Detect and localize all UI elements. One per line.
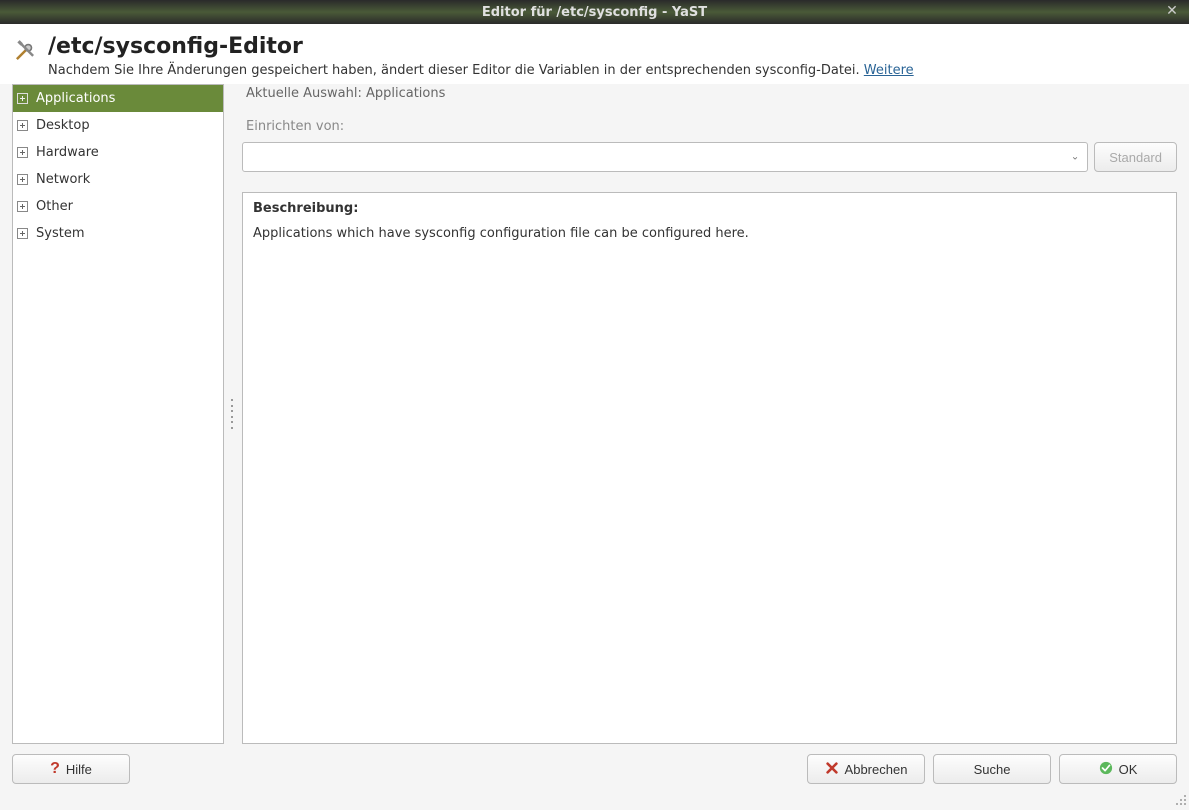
cancel-button[interactable]: Abbrechen (807, 754, 925, 784)
check-icon (1099, 761, 1113, 778)
titlebar[interactable]: Editor für /etc/sysconfig - YaST ✕ (0, 0, 1189, 24)
help-button[interactable]: ? Hilfe (12, 754, 130, 784)
help-button-label: Hilfe (66, 762, 92, 777)
expand-icon[interactable] (17, 147, 28, 158)
tree-item-other[interactable]: Other (13, 193, 223, 220)
tree-item-applications[interactable]: Applications (13, 85, 223, 112)
standard-button-label: Standard (1109, 150, 1162, 165)
page-subtitle: Nachdem Sie Ihre Änderungen gespeichert … (48, 63, 1177, 78)
page-title: /etc/sysconfig-Editor (48, 34, 1177, 59)
splitter-dots-icon (231, 399, 235, 429)
current-selection-label: Aktuelle Auswahl: Applications (242, 84, 1177, 103)
subtitle-text: Nachdem Sie Ihre Änderungen gespeichert … (48, 63, 864, 78)
ok-button[interactable]: OK (1059, 754, 1177, 784)
tree-label: Other (36, 199, 73, 214)
expand-icon[interactable] (17, 228, 28, 239)
chevron-down-icon: ⌄ (1071, 152, 1079, 163)
ok-button-label: OK (1119, 762, 1138, 777)
setup-row: ⌄ Standard (242, 142, 1177, 172)
header-area: /etc/sysconfig-Editor Nachdem Sie Ihre Ä… (0, 24, 1189, 84)
main-body: Applications Desktop Hardware Network Ot… (0, 84, 1189, 744)
tools-icon (12, 38, 38, 64)
category-tree[interactable]: Applications Desktop Hardware Network Ot… (12, 84, 224, 744)
splitter-handle[interactable] (230, 84, 236, 744)
search-button-label: Suche (974, 762, 1011, 777)
tree-label: Desktop (36, 118, 90, 133)
expand-icon[interactable] (17, 201, 28, 212)
window-title: Editor für /etc/sysconfig - YaST (482, 5, 707, 20)
value-combobox[interactable]: ⌄ (242, 142, 1088, 172)
detail-panel: Aktuelle Auswahl: Applications Einrichte… (242, 84, 1177, 744)
description-heading: Beschreibung: (253, 201, 1166, 216)
tree-label: Applications (36, 91, 115, 106)
tree-label: System (36, 226, 84, 241)
tree-item-hardware[interactable]: Hardware (13, 139, 223, 166)
expand-icon[interactable] (17, 120, 28, 131)
expand-icon[interactable] (17, 93, 28, 104)
tree-item-system[interactable]: System (13, 220, 223, 247)
tree-item-network[interactable]: Network (13, 166, 223, 193)
x-icon (825, 761, 839, 778)
standard-button[interactable]: Standard (1094, 142, 1177, 172)
tree-item-desktop[interactable]: Desktop (13, 112, 223, 139)
tree-label: Network (36, 172, 90, 187)
expand-icon[interactable] (17, 174, 28, 185)
question-icon: ? (50, 760, 60, 778)
search-button[interactable]: Suche (933, 754, 1051, 784)
setup-label: Einrichten von: (242, 109, 1177, 136)
tree-label: Hardware (36, 145, 99, 160)
resize-grip-icon[interactable] (1173, 792, 1187, 806)
description-box: Beschreibung: Applications which have sy… (242, 192, 1177, 744)
footer: ? Hilfe Abbrechen Suche OK (0, 744, 1189, 794)
cancel-button-label: Abbrechen (845, 762, 908, 777)
more-link[interactable]: Weitere (864, 63, 914, 78)
close-icon[interactable]: ✕ (1163, 2, 1181, 20)
description-text: Applications which have sysconfig config… (253, 226, 1166, 241)
